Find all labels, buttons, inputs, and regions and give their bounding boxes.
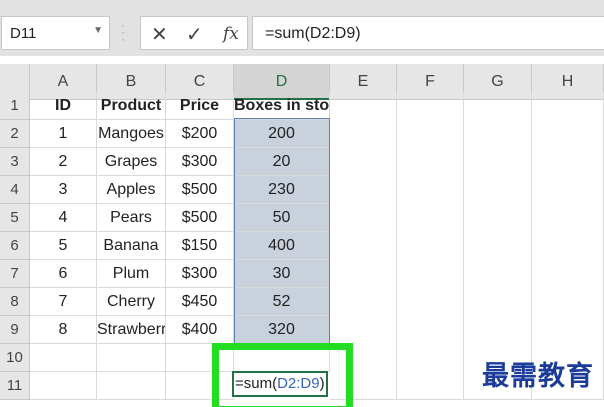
row-header-5[interactable]: 5 xyxy=(0,204,30,232)
table-cell[interactable]: 5 xyxy=(30,232,97,260)
formula-bar: D11 ▼ · · · ✕ ✓ fx =sum(D2:D9) xyxy=(0,0,604,56)
table-cell[interactable]: 52 xyxy=(234,288,330,316)
empty-cell[interactable] xyxy=(97,344,166,372)
table-cell[interactable]: Banana xyxy=(97,232,166,260)
cell-formula-prefix: =sum( xyxy=(235,375,278,392)
table-cell[interactable]: $500 xyxy=(166,176,234,204)
row-header-10[interactable]: 10 xyxy=(0,344,30,372)
table-cell[interactable]: 8 xyxy=(30,316,97,344)
insert-function-icon[interactable]: fx xyxy=(223,24,239,44)
row-header-8[interactable]: 8 xyxy=(0,288,30,316)
table-cell[interactable]: 320 xyxy=(234,316,330,344)
chevron-down-icon[interactable]: ▼ xyxy=(93,25,103,36)
formula-text: =sum(D2:D9) xyxy=(265,25,361,42)
row-header-9[interactable]: 9 xyxy=(0,316,30,344)
formula-buttons: ✕ ✓ fx xyxy=(140,16,248,50)
row-header-3[interactable]: 3 xyxy=(0,148,30,176)
table-cell[interactable]: 400 xyxy=(234,232,330,260)
name-box[interactable]: D11 ▼ xyxy=(1,16,110,50)
empty-column-f[interactable] xyxy=(397,92,464,400)
table-cell[interactable]: 2 xyxy=(30,148,97,176)
table-cell[interactable]: Strawberry xyxy=(97,316,166,344)
table-cell[interactable]: Apples xyxy=(97,176,166,204)
table-cell[interactable]: $150 xyxy=(166,232,234,260)
table-cell[interactable]: Mangoes xyxy=(97,120,166,148)
table-cell[interactable]: 30 xyxy=(234,260,330,288)
table-cell[interactable]: 230 xyxy=(234,176,330,204)
table-cell[interactable]: 6 xyxy=(30,260,97,288)
header-cell-price[interactable]: Price xyxy=(166,92,234,120)
name-box-value: D11 xyxy=(10,25,37,42)
table-cell[interactable]: Pears xyxy=(97,204,166,232)
table-cell[interactable]: Plum xyxy=(97,260,166,288)
table-cell[interactable]: $450 xyxy=(166,288,234,316)
table-cell[interactable]: 7 xyxy=(30,288,97,316)
table-cell[interactable]: 3 xyxy=(30,176,97,204)
table-cell[interactable]: $300 xyxy=(166,260,234,288)
table-cell[interactable]: 1 xyxy=(30,120,97,148)
empty-cell[interactable] xyxy=(30,344,97,372)
table-cell[interactable]: 4 xyxy=(30,204,97,232)
row-header-11[interactable]: 11 xyxy=(0,372,30,400)
cell-range-reference: D2:D9 xyxy=(277,375,320,392)
table-cell[interactable]: Cherry xyxy=(97,288,166,316)
active-cell-d11[interactable]: =sum(D2:D9) xyxy=(232,371,328,397)
row-header-7[interactable]: 7 xyxy=(0,260,30,288)
enter-icon[interactable]: ✓ xyxy=(186,22,203,47)
header-cell-boxes-in-stock[interactable]: Boxes in stock xyxy=(234,92,330,120)
row-header-6[interactable]: 6 xyxy=(0,232,30,260)
table-cell[interactable]: 50 xyxy=(234,204,330,232)
cell-formula-suffix: ) xyxy=(319,375,325,392)
row-header-4[interactable]: 4 xyxy=(0,176,30,204)
table-cell[interactable]: 200 xyxy=(234,120,330,148)
header-cell-product[interactable]: Product xyxy=(97,92,166,120)
watermark-logo: 最需教育 xyxy=(482,361,594,392)
table-cell[interactable]: $200 xyxy=(166,120,234,148)
cancel-icon[interactable]: ✕ xyxy=(151,22,168,47)
text-cursor xyxy=(327,376,328,393)
table-cell[interactable]: $400 xyxy=(166,316,234,344)
empty-cell[interactable] xyxy=(97,372,166,400)
header-cell-id[interactable]: ID xyxy=(30,92,97,120)
formula-input[interactable]: =sum(D2:D9) xyxy=(252,16,604,50)
empty-cell[interactable] xyxy=(30,372,97,400)
table-cell[interactable]: Grapes xyxy=(97,148,166,176)
row-header-2[interactable]: 2 xyxy=(0,120,30,148)
row-header-1[interactable]: 1 xyxy=(0,92,30,120)
table-cell[interactable]: 20 xyxy=(234,148,330,176)
table-cell[interactable]: $300 xyxy=(166,148,234,176)
drag-handle-icon[interactable]: · · · xyxy=(118,19,128,48)
table-cell[interactable]: $500 xyxy=(166,204,234,232)
